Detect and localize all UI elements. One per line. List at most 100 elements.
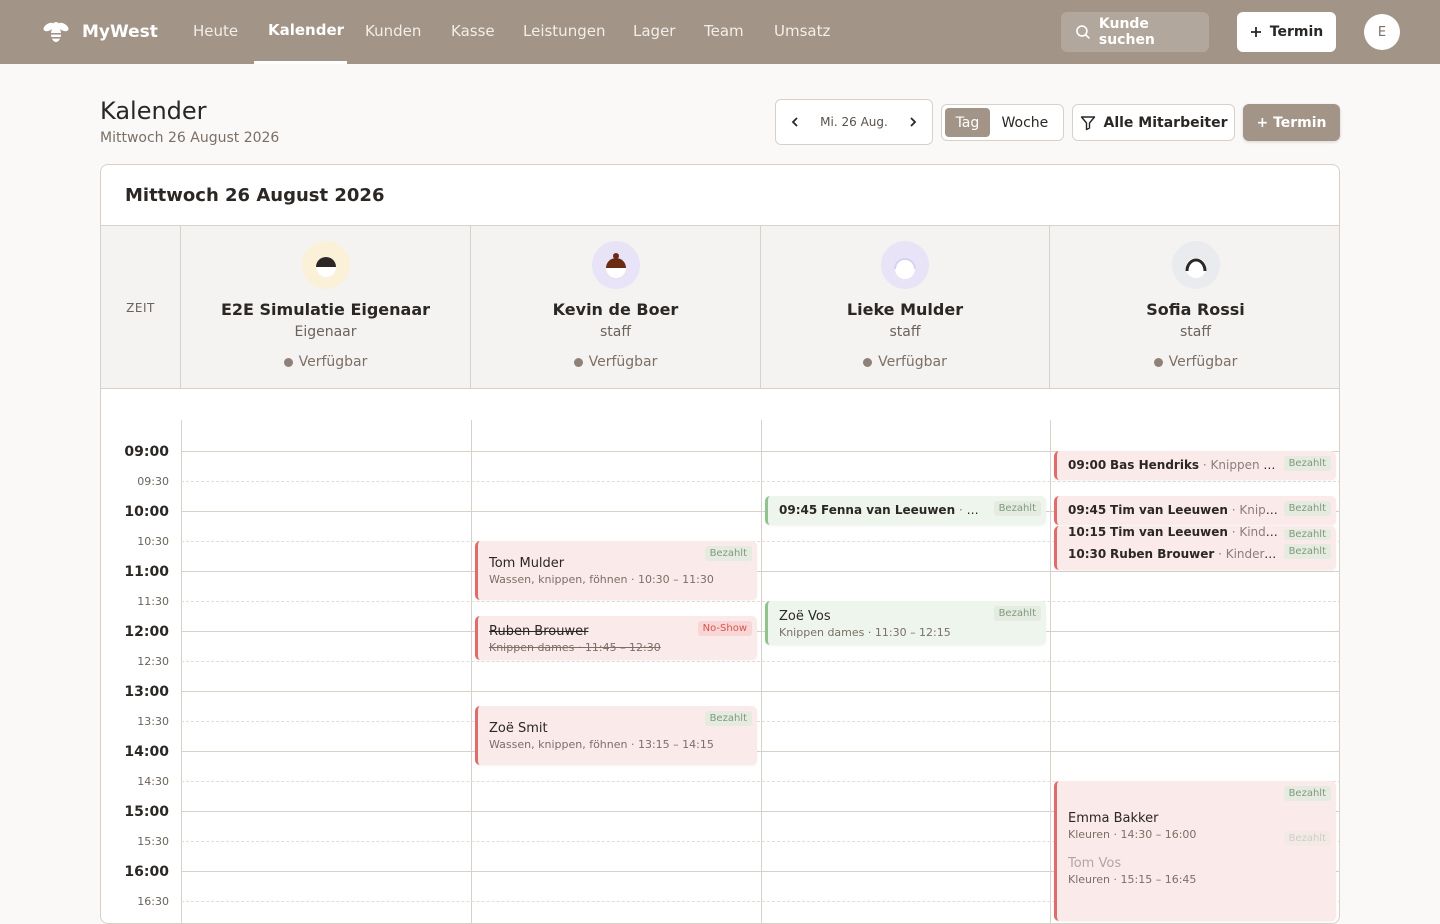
appointment-summary: 10:15 Tim van Leeuwen · Kinderen k… — [1068, 526, 1278, 538]
appointment-card[interactable]: Bezahlt 09:00 Bas Hendriks · Knippen her… — [1054, 451, 1336, 480]
staff-column-lieke[interactable]: Lieke Mulder staff Verfügbar — [761, 226, 1050, 389]
calendar-card: Mittwoch 26 August 2026 ZEIT E2E Simulat… — [100, 164, 1340, 924]
brand-name: MyWest — [82, 22, 158, 42]
status-dot-icon — [283, 357, 293, 367]
appointment-detail: Kleuren · 15:15 – 16:45 — [1068, 873, 1197, 886]
page-title: Kalender — [100, 97, 207, 125]
view-week-button[interactable]: Woche — [990, 108, 1060, 137]
appointment-time: 09:45 — [779, 503, 818, 517]
person-avatar-icon — [1185, 258, 1206, 278]
appointment-detail: Knippen dames · 11:45 – 12:30 — [489, 641, 661, 654]
status-badge: Bezahlt — [1283, 456, 1331, 471]
time-label: 13:30 — [137, 715, 169, 728]
nav-kasse[interactable]: Kasse — [451, 22, 495, 40]
time-label: 11:30 — [137, 595, 169, 608]
status-label: Verfügbar — [1168, 354, 1238, 370]
nav-kunden[interactable]: Kunden — [365, 22, 421, 40]
time-label: 12:30 — [137, 655, 169, 668]
appointment-card[interactable]: Bezahlt Tom Mulder Wassen, knippen, föhn… — [475, 541, 757, 600]
view-toggle: Tag Woche — [941, 104, 1064, 141]
appointment-time: 09:00 — [1068, 458, 1107, 472]
person-avatar-icon — [894, 258, 916, 279]
time-label: 15:30 — [137, 835, 169, 848]
time-grid[interactable]: 09:00 09:30 10:00 10:30 11:00 11:30 12:0… — [101, 390, 1339, 923]
current-date[interactable]: Mi. 26 Aug. — [820, 115, 888, 129]
staff-avatar — [301, 241, 350, 289]
appointment-time: 09:45 — [1068, 503, 1107, 517]
appointment-detail: Wassen, knippen, föhnen · 10:30 – 11:30 — [489, 573, 714, 586]
appointment-client: Zoë Smit — [489, 721, 548, 736]
appointment-card[interactable]: Bezahlt Zoë Smit Wassen, knippen, föhnen… — [475, 706, 757, 765]
staff-name: Kevin de Boer — [552, 300, 679, 319]
time-label: 09:00 — [124, 444, 169, 460]
status-badge: Bezahlt — [1283, 786, 1331, 801]
person-avatar-icon — [315, 257, 336, 277]
staff-role: staff — [599, 324, 631, 340]
staff-name: E2E Simulatie Eigenaar — [220, 300, 431, 319]
appointment-card[interactable]: Bezahlt Emma Bakker Kleuren · 14:30 – 16… — [1054, 781, 1336, 921]
termin-label: Termin — [1269, 24, 1324, 40]
appointment-card[interactable]: Bezahlt 10:15 Tim van Leeuwen · Kinderen… — [1054, 526, 1336, 570]
appointment-client: Tom Vos — [1068, 856, 1122, 871]
column-divider — [761, 420, 762, 923]
column-divider — [181, 420, 182, 923]
grid-line-hour — [181, 751, 1339, 752]
view-day-button[interactable]: Tag — [945, 108, 990, 137]
appointment-card[interactable]: Bezahlt 09:45 Tim van Leeuwen · Knippen … — [1054, 496, 1336, 525]
status-badge: Bezahlt — [704, 711, 752, 726]
time-label: 15:00 — [124, 804, 169, 820]
status-badge: Bezahlt — [1283, 501, 1331, 516]
staff-filter-button[interactable]: Alle Mitarbeiter — [1072, 104, 1235, 141]
grid-line-half — [181, 661, 1339, 662]
active-nav-indicator — [254, 61, 347, 64]
staff-name: Lieke Mulder — [846, 300, 964, 319]
time-column-label: ZEIT — [101, 226, 181, 389]
nav-umsatz[interactable]: Umsatz — [774, 22, 830, 40]
status-label: Verfügbar — [588, 354, 658, 370]
appointment-client: Bas Hendriks — [1110, 458, 1200, 472]
nav-heute[interactable]: Heute — [193, 22, 238, 40]
time-label: 09:30 — [137, 475, 169, 488]
grid-line-half — [181, 601, 1339, 602]
nav-lager[interactable]: Lager — [633, 22, 675, 40]
status-dot-icon — [1153, 357, 1163, 367]
nav-leistungen[interactable]: Leistungen — [523, 22, 605, 40]
add-termin-button[interactable]: + Termin — [1243, 104, 1340, 141]
search-icon — [1076, 25, 1090, 40]
appointment-time: 10:15 — [1068, 526, 1107, 538]
appointment-card[interactable]: Bezahlt Zoë Vos Knippen dames · 11:30 – … — [765, 601, 1046, 645]
grid-line-hour — [181, 571, 1339, 572]
appointment-summary: 10:30 Ruben Brouwer · Kinderen kni… — [1068, 547, 1278, 561]
customer-search-button[interactable]: Kunde suchen — [1061, 12, 1209, 52]
appointment-detail: Wassen, knippen, föhnen · 13:15 – 14:15 — [489, 738, 714, 751]
brand[interactable]: MyWest — [40, 16, 158, 48]
user-avatar[interactable]: E — [1364, 14, 1400, 50]
status-dot-icon — [863, 357, 873, 367]
time-label: 10:30 — [137, 535, 169, 548]
nav-kalender[interactable]: Kalender — [268, 21, 344, 39]
chevron-left-icon[interactable] — [788, 115, 802, 129]
staff-column-sofia[interactable]: Sofia Rossi staff Verfügbar — [1050, 226, 1339, 389]
new-termin-button[interactable]: Termin — [1237, 12, 1336, 52]
appointment-client: Emma Bakker — [1068, 811, 1159, 826]
appointment-client: Tim van Leeuwen — [1110, 503, 1228, 517]
appointment-summary: 09:45 Fenna van Leeuwen · Knippe… — [779, 503, 984, 517]
grid-line-half — [181, 721, 1339, 722]
staff-avatar — [881, 241, 929, 289]
chevron-right-icon[interactable] — [906, 115, 920, 129]
staff-avatar — [1171, 241, 1220, 289]
status-badge: Bezahlt — [1283, 529, 1331, 540]
staff-column-kevin[interactable]: Kevin de Boer staff Verfügbar — [471, 226, 761, 389]
status-badge: No-Show — [697, 621, 752, 636]
staff-column-eigenaar[interactable]: E2E Simulatie Eigenaar Eigenaar Verfügba… — [181, 226, 471, 389]
appointment-card[interactable]: Bezahlt 09:45 Fenna van Leeuwen · Knippe… — [765, 496, 1046, 525]
status-badge: Bezahlt — [1283, 544, 1331, 559]
appointment-summary: 09:00 Bas Hendriks · Knippen heren — [1068, 458, 1278, 472]
status-label: Verfügbar — [298, 354, 368, 370]
grid-line-hour — [181, 691, 1339, 692]
appointment-detail: Kleuren · 14:30 – 16:00 — [1068, 828, 1197, 841]
nav-team[interactable]: Team — [704, 22, 744, 40]
appointment-client: Ruben Brouwer — [489, 624, 589, 639]
status-badge: Bezahlt — [1283, 831, 1331, 846]
appointment-card[interactable]: No-Show Ruben Brouwer Knippen dames · 11… — [475, 616, 757, 660]
